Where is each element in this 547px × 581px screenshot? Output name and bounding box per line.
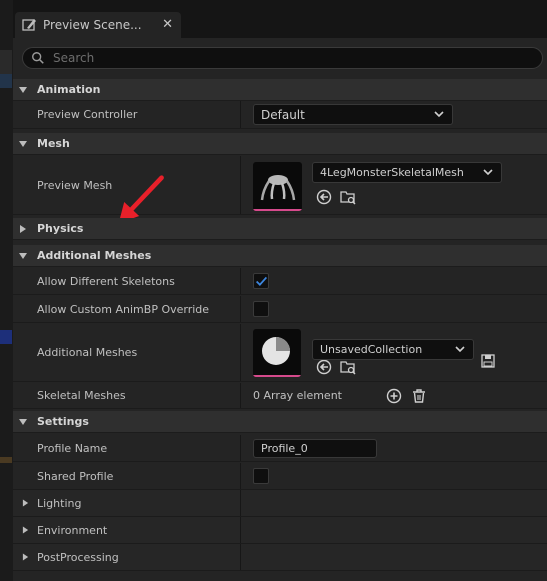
column-divider[interactable]	[240, 156, 241, 214]
column-divider	[240, 517, 241, 543]
search-box[interactable]	[22, 47, 543, 69]
subcategory-lighting[interactable]: Lighting	[13, 490, 547, 517]
subcategory-label: Environment	[37, 523, 108, 537]
subcategory-postprocessing[interactable]: PostProcessing	[13, 544, 547, 571]
category-label: Settings	[37, 415, 89, 428]
dropdown-value: 4LegMonsterSkeletalMesh	[320, 166, 464, 179]
subcategory-label: Lighting	[37, 496, 82, 510]
tab-preview-scene[interactable]: Preview Scene... ✕	[15, 12, 181, 38]
allow-custom-animbp-checkbox[interactable]	[253, 301, 269, 317]
triangle-right-icon	[22, 499, 29, 507]
column-divider	[240, 490, 241, 516]
property-label: Profile Name	[37, 441, 108, 455]
category-label: Mesh	[37, 137, 70, 150]
shared-profile-checkbox[interactable]	[253, 468, 269, 484]
triangle-right-icon	[22, 553, 29, 561]
property-label: Allow Custom AnimBP Override	[37, 302, 210, 316]
pie-collection-icon	[262, 337, 290, 365]
tab-title: Preview Scene...	[43, 18, 142, 32]
property-label: Allow Different Skeletons	[37, 274, 175, 288]
use-selected-arrow-icon[interactable]	[316, 359, 332, 375]
triangle-down-icon	[19, 140, 27, 147]
add-circle-icon[interactable]	[386, 388, 402, 404]
subcategory-label: PostProcessing	[37, 550, 119, 564]
preview-controller-dropdown[interactable]: Default	[253, 104, 453, 125]
allow-different-skeletons-checkbox[interactable]	[253, 273, 269, 289]
chevron-down-icon	[455, 345, 465, 352]
triangle-down-icon	[19, 418, 27, 425]
preview-mesh-dropdown[interactable]: 4LegMonsterSkeletalMesh	[312, 162, 502, 183]
tab-bar: Preview Scene... ✕	[13, 0, 547, 38]
subcategory-environment[interactable]: Environment	[13, 517, 547, 544]
column-divider[interactable]	[240, 463, 241, 489]
field-value: Profile_0	[261, 441, 308, 455]
property-row-allow-different-skeletons: Allow Different Skeletons	[13, 268, 547, 295]
chevron-down-icon	[434, 111, 444, 118]
trash-icon[interactable]	[411, 388, 427, 404]
category-label: Animation	[37, 83, 101, 96]
collection-thumbnail[interactable]	[253, 329, 301, 377]
browse-folder-search-icon[interactable]	[340, 359, 356, 375]
search-input[interactable]	[51, 50, 535, 66]
property-row-additional-meshes: Additional Meshes UnsavedCollection	[13, 324, 547, 382]
property-label: Shared Profile	[37, 469, 114, 483]
triangle-down-icon	[19, 252, 27, 259]
chevron-down-icon	[483, 169, 493, 176]
property-label: Preview Controller	[37, 108, 138, 121]
property-row-profile-name: Profile Name Profile_0	[13, 435, 547, 462]
column-divider[interactable]	[240, 324, 241, 381]
category-animation[interactable]: Animation	[13, 79, 547, 101]
property-label: Additional Meshes	[37, 346, 138, 359]
column-divider[interactable]	[240, 383, 241, 408]
browse-folder-search-icon[interactable]	[340, 189, 356, 205]
property-row-preview-mesh: Preview Mesh 4LegMonsterSkeletalMesh	[13, 156, 547, 224]
profile-name-field[interactable]: Profile_0	[253, 438, 377, 458]
category-label: Additional Meshes	[37, 249, 152, 262]
triangle-right-icon	[20, 224, 26, 233]
use-selected-arrow-icon[interactable]	[316, 189, 332, 205]
category-additional-meshes[interactable]: Additional Meshes	[13, 245, 547, 267]
thumbnail-underline	[253, 375, 301, 377]
monster-mesh-thumbnail-icon	[260, 175, 296, 201]
column-divider[interactable]	[240, 296, 241, 322]
triangle-right-icon	[22, 526, 29, 534]
property-label: Preview Mesh	[37, 178, 113, 192]
save-disk-icon[interactable]	[480, 353, 496, 369]
tab-close-icon[interactable]: ✕	[162, 17, 173, 32]
additional-meshes-dropdown[interactable]: UnsavedCollection	[312, 338, 474, 360]
category-mesh[interactable]: Mesh	[13, 133, 547, 155]
checkmark-icon	[255, 276, 268, 287]
category-physics[interactable]: Physics	[13, 218, 547, 240]
details-panel: Animation Preview Controller Default Mes…	[13, 38, 547, 581]
mesh-thumbnail[interactable]	[253, 162, 302, 211]
category-settings[interactable]: Settings	[13, 411, 547, 433]
adjacent-panel-strip	[0, 0, 13, 581]
array-count: 0 Array element	[253, 389, 342, 402]
property-row-skeletal-meshes: Skeletal Meshes 0 Array element	[13, 383, 547, 409]
dropdown-value: Default	[261, 107, 305, 122]
column-divider[interactable]	[240, 268, 241, 294]
property-row-shared-profile: Shared Profile	[13, 463, 547, 490]
category-label: Physics	[37, 222, 84, 235]
triangle-down-icon	[19, 86, 27, 93]
column-divider[interactable]	[240, 101, 241, 128]
property-label: Skeletal Meshes	[37, 389, 126, 402]
property-row-preview-controller: Preview Controller Default	[13, 101, 547, 129]
search-icon	[32, 52, 44, 64]
property-row-allow-custom-animbp: Allow Custom AnimBP Override	[13, 296, 547, 323]
column-divider[interactable]	[240, 435, 241, 461]
preview-scene-tab-icon	[22, 19, 36, 31]
column-divider	[240, 544, 241, 570]
dropdown-value: UnsavedCollection	[320, 342, 423, 356]
thumbnail-underline	[253, 209, 302, 211]
